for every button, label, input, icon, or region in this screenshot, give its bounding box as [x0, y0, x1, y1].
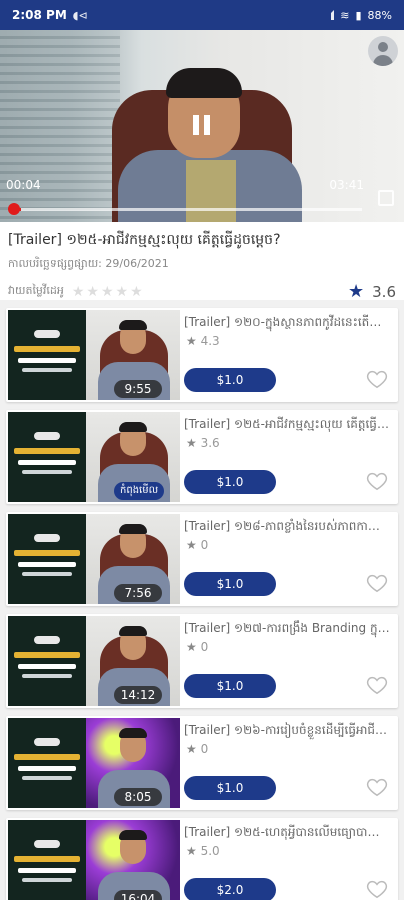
background-blinds	[0, 30, 120, 222]
card-rating: ★ 0	[186, 640, 209, 654]
presenter-hair	[166, 68, 242, 98]
star-icon: ★	[186, 538, 197, 552]
video-card[interactable]: កំពុងមើល [Trailer] ១២៥-អាជីវកម្មស្មះលុយ …	[6, 410, 398, 504]
brand-logo	[34, 432, 60, 440]
rate-label: វាយតម្លៃវីដេអូ	[8, 283, 64, 297]
duration-badge: កំពុងមើល	[114, 482, 165, 500]
seek-thumb[interactable]	[8, 203, 20, 215]
video-thumbnail	[86, 820, 180, 900]
total-time: 03:41	[329, 178, 364, 192]
card-rating: ★ 0	[186, 538, 209, 552]
video-poster	[8, 310, 86, 400]
presenter-shirt	[186, 160, 236, 222]
related-videos-list: 9:55 [Trailer] ១២០-ក្នុងស្ថានភាពកូវីដនេះ…	[0, 300, 404, 900]
average-rating: ★ 3.6	[348, 281, 396, 302]
video-poster	[8, 820, 86, 900]
duration-badge: 9:55	[114, 380, 162, 398]
card-title: [Trailer] ១២៥-អាជីវកម្មស្មះលុយ គើត្តធ្វើ…	[184, 417, 390, 431]
card-title: [Trailer] ១២៨-ភាពខ្លាំងនៃរបស់ភាពកាសាយ...	[184, 519, 390, 533]
profile-avatar-button[interactable]	[368, 36, 398, 66]
status-time: 2:08 PM	[12, 8, 67, 22]
card-title: [Trailer] ១២៥-ហេតុអ្វីបានលើមធ្យោបាយដ...	[184, 825, 390, 839]
pause-button[interactable]	[186, 110, 216, 140]
signal-icon	[320, 10, 335, 20]
rate-stars-input[interactable]: ★★★★★	[72, 284, 145, 300]
heart-icon[interactable]	[366, 572, 388, 594]
battery-percent: 88%	[367, 8, 392, 22]
seek-bar[interactable]	[14, 208, 362, 211]
pause-icon	[192, 115, 199, 135]
heart-icon[interactable]	[366, 674, 388, 696]
video-poster	[8, 718, 86, 808]
star-icon: ★	[186, 742, 197, 756]
video-card[interactable]: 16:04 [Trailer] ១២៥-ហេតុអ្វីបានលើមធ្យោបា…	[6, 818, 398, 900]
status-bar: 2:08 PM ◖⊲ ≋ ▮ 88%	[0, 0, 404, 30]
heart-icon[interactable]	[366, 878, 388, 900]
card-title: [Trailer] ១២៦-ការរៀបចំខ្លួនដើម្បីធ្វើអាជ…	[184, 723, 390, 737]
status-right: ≋ ▮ 88%	[320, 9, 392, 22]
fullscreen-icon[interactable]	[378, 190, 394, 206]
publish-date: កាលបរិច្ឆេទផ្សព្វផ្សាយ: 29/06/2021	[8, 257, 169, 270]
video-poster	[8, 616, 86, 706]
video-title: [Trailer] ១២៥-អាជីវកម្មស្មះលុយ គើត្តធ្វើ…	[8, 232, 281, 248]
card-rating: ★ 0	[186, 742, 209, 756]
video-poster	[8, 412, 86, 502]
heart-icon[interactable]	[366, 776, 388, 798]
average-rating-value: 3.6	[372, 282, 396, 301]
star-icon: ★	[348, 281, 365, 302]
notification-icons: ◖⊲	[72, 8, 88, 22]
duration-badge: 8:05	[114, 788, 162, 806]
video-card[interactable]: 8:05 [Trailer] ១២៦-ការរៀបចំខ្លួនដើម្បីធ្…	[6, 716, 398, 810]
star-icon: ★	[186, 640, 197, 654]
video-card[interactable]: 7:56 [Trailer] ១២៨-ភាពខ្លាំងនៃរបស់ភាពកាស…	[6, 512, 398, 606]
heart-icon[interactable]	[366, 368, 388, 390]
card-rating: ★ 5.0	[186, 844, 220, 858]
video-poster	[8, 514, 86, 604]
price-button[interactable]: $1.0	[184, 470, 276, 494]
video-card[interactable]: 9:55 [Trailer] ១២០-ក្នុងស្ថានភាពកូវីដនេះ…	[6, 308, 398, 402]
duration-badge: 16:04	[114, 890, 162, 900]
price-button[interactable]: $2.0	[184, 878, 276, 900]
brand-logo	[34, 840, 60, 848]
price-button[interactable]: $1.0	[184, 674, 276, 698]
card-rating: ★ 4.3	[186, 334, 220, 348]
battery-icon: ▮	[355, 8, 362, 22]
video-card[interactable]: 14:12 [Trailer] ១២៧-ការពង្រឹង Branding ក…	[6, 614, 398, 708]
price-button[interactable]: $1.0	[184, 368, 276, 392]
brand-logo	[34, 636, 60, 644]
brand-logo	[34, 738, 60, 746]
wifi-icon: ≋	[340, 8, 350, 22]
star-icon: ★	[186, 334, 197, 348]
heart-icon[interactable]	[366, 470, 388, 492]
card-title: [Trailer] ១២០-ក្នុងស្ថានភាពកូវីដនេះតើសា.…	[184, 315, 390, 329]
current-time: 00:04	[6, 178, 41, 192]
card-rating: ★ 3.6	[186, 436, 220, 450]
video-info: [Trailer] ១២៥-អាជីវកម្មស្មះលុយ គើត្តធ្វើ…	[0, 222, 404, 302]
card-title: [Trailer] ១២៧-ការពង្រឹង Branding ក្នុងស្…	[184, 621, 390, 635]
price-button[interactable]: $1.0	[184, 776, 276, 800]
star-icon: ★	[186, 436, 197, 450]
brand-logo	[34, 534, 60, 542]
price-button[interactable]: $1.0	[184, 572, 276, 596]
star-icon: ★	[186, 844, 197, 858]
video-player[interactable]: 00:04 03:41	[0, 30, 404, 222]
brand-logo	[34, 330, 60, 338]
duration-badge: 7:56	[114, 584, 162, 602]
rating-row: វាយតម្លៃវីដេអូ ★★★★★ ★ 3.6	[8, 281, 396, 302]
duration-badge: 14:12	[114, 686, 162, 704]
